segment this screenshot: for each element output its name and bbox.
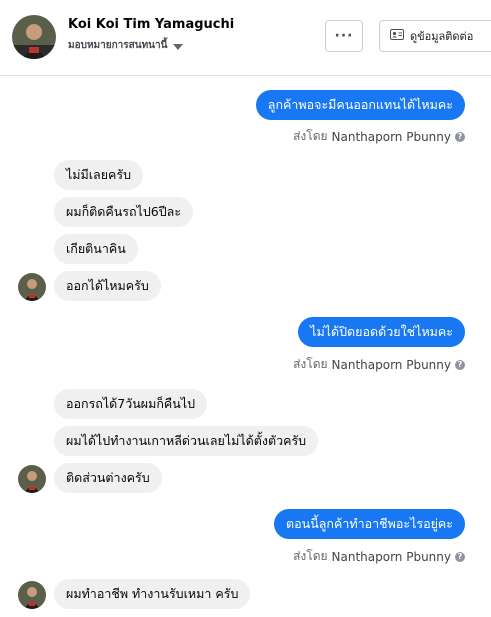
outgoing-message[interactable]: ไม่ได้ปิดยอดด้วยใช่ไหมคะ (298, 317, 465, 347)
incoming-message[interactable]: เกียตินาคิน (54, 234, 138, 264)
conversation-header: Koi Koi Tim Yamaguchi มอบหมายการสนทนานี้… (0, 0, 491, 76)
info-icon[interactable]: ? (455, 359, 465, 370)
outgoing-message[interactable]: ลูกค้าพอจะมีคนออกแทนได้ไหมคะ (255, 90, 465, 120)
contact-card-icon (390, 29, 404, 43)
contact-info-label: ดูข้อมูลติดต่อ (410, 30, 474, 43)
contact-avatar-small[interactable] (18, 273, 46, 301)
incoming-message[interactable]: ออกรถได้7วันผมก็คืนไป (54, 389, 208, 419)
assign-label: มอบหมายการสนทนานี้ (68, 40, 168, 51)
caret-down-icon (173, 43, 184, 50)
sent-by-label: ส่งโดย Nanthaporn Pbunny ? (293, 547, 465, 566)
outgoing-message[interactable]: ตอนนี้ลูกค้าทำอาชีพอะไรอยู่คะ (274, 509, 465, 539)
contact-avatar-small[interactable] (18, 581, 46, 609)
info-icon[interactable]: ? (455, 131, 465, 142)
incoming-message[interactable]: ออกได้ไหมครับ (54, 271, 161, 301)
incoming-message[interactable]: ผมทำอาชีพ ทำงานรับเหมา ครับ (54, 579, 251, 609)
incoming-message[interactable]: ไม่มีเลยครับ (54, 160, 144, 190)
view-contact-info-button[interactable]: ดูข้อมูลติดต่อ (379, 20, 491, 52)
assign-conversation-dropdown[interactable]: มอบหมายการสนทนานี้ (68, 38, 184, 53)
info-icon[interactable]: ? (455, 551, 465, 562)
incoming-message[interactable]: ผมก็ติดคืนรถไป6ปีละ (54, 197, 194, 227)
incoming-message[interactable]: ติดส่วนต่างครับ (54, 463, 162, 493)
contact-name[interactable]: Koi Koi Tim Yamaguchi (68, 17, 234, 32)
sent-by-label: ส่งโดย Nanthaporn Pbunny ? (293, 127, 465, 146)
sent-by-label: ส่งโดย Nanthaporn Pbunny ? (293, 355, 465, 374)
incoming-message[interactable]: ผมได้ไปทำงานเกาหลีด่วนเลยไม่ได้ตั้งตัวคร… (54, 426, 319, 456)
contact-avatar-small[interactable] (18, 465, 46, 493)
contact-avatar[interactable] (12, 15, 56, 59)
ellipsis-icon: ··· (334, 28, 354, 44)
more-options-button[interactable]: ··· (325, 20, 363, 52)
message-thread: ลูกค้าพอจะมีคนออกแทนได้ไหมคะ ส่งโดย Nant… (0, 76, 491, 617)
